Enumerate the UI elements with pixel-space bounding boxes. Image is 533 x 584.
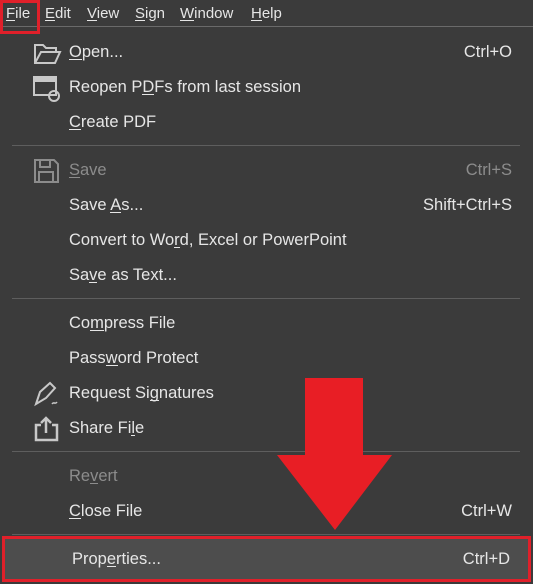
- menu-item-label: Close File: [69, 502, 143, 520]
- shortcut: Ctrl+W: [461, 502, 512, 520]
- shortcut: Shift+Ctrl+S: [423, 196, 512, 214]
- menu-item-label: Reopen PDFs from last session: [69, 78, 302, 96]
- menu-item-label: Request Signatures: [69, 384, 214, 402]
- menu-item-revert: Revert: [0, 459, 533, 494]
- shortcut: Ctrl+O: [463, 43, 512, 61]
- menu-separator: [12, 298, 520, 299]
- menu-item-save-as-text[interactable]: Save as Text...: [0, 258, 533, 293]
- menu-item-label: Password Protect: [69, 349, 199, 367]
- menu-item-label: Open...: [69, 43, 124, 61]
- signature-pen-icon: [34, 381, 58, 407]
- menu-item-save-as[interactable]: Save As... Shift+Ctrl+S: [0, 188, 533, 223]
- menu-item-label: Create PDF: [69, 113, 157, 131]
- menu-window[interactable]: Window: [180, 5, 233, 22]
- menu-item-label: Save: [69, 161, 107, 179]
- shortcut: Ctrl+D: [462, 550, 510, 568]
- menu-item-share-file[interactable]: Share File: [0, 411, 533, 446]
- save-icon: [34, 159, 59, 183]
- menu-item-label: Revert: [69, 467, 118, 485]
- menu-help[interactable]: Help: [251, 5, 282, 22]
- menu-item-compress-file[interactable]: Compress File: [0, 306, 533, 341]
- menu-item-label: Share File: [69, 419, 145, 437]
- menu-item-label: Convert to Word, Excel or PowerPoint: [69, 231, 347, 249]
- menu-separator: [12, 451, 520, 452]
- menu-item-label: Properties...: [72, 550, 161, 568]
- menu-view[interactable]: View: [87, 5, 119, 22]
- menu-item-save: Save Ctrl+S: [0, 153, 533, 188]
- menu-item-close-file[interactable]: Close File Ctrl+W: [0, 494, 533, 529]
- menu-item-request-signatures[interactable]: Request Signatures: [0, 376, 533, 411]
- menu-bar: File Edit View Sign Window Help: [0, 0, 533, 27]
- menu-edit[interactable]: Edit: [45, 5, 71, 22]
- folder-open-icon: [34, 44, 62, 64]
- menu-item-create-pdf[interactable]: Create PDF: [0, 105, 533, 140]
- menu-item-label: Save as Text...: [69, 266, 177, 284]
- menu-separator: [12, 534, 520, 535]
- menu-item-open[interactable]: Open... Ctrl+O: [0, 35, 533, 70]
- share-icon: [34, 416, 59, 442]
- menu-item-convert-to-word-excel-or-powerpoint[interactable]: Convert to Word, Excel or PowerPoint: [0, 223, 533, 258]
- menu-item-reopen-pdfs-from-last-session[interactable]: Reopen PDFs from last session: [0, 70, 533, 105]
- menu-sign[interactable]: Sign: [135, 5, 165, 22]
- menu-item-label: Compress File: [69, 314, 176, 332]
- reopen-session-icon: [33, 76, 60, 102]
- menu-item-label: Save As...: [69, 196, 144, 214]
- file-highlight-annotation: [0, 0, 40, 34]
- shortcut: Ctrl+S: [465, 161, 512, 179]
- menu-item-password-protect[interactable]: Password Protect: [0, 341, 533, 376]
- menu-separator: [12, 145, 520, 146]
- menu-item-properties[interactable]: Properties... Ctrl+D: [2, 536, 531, 582]
